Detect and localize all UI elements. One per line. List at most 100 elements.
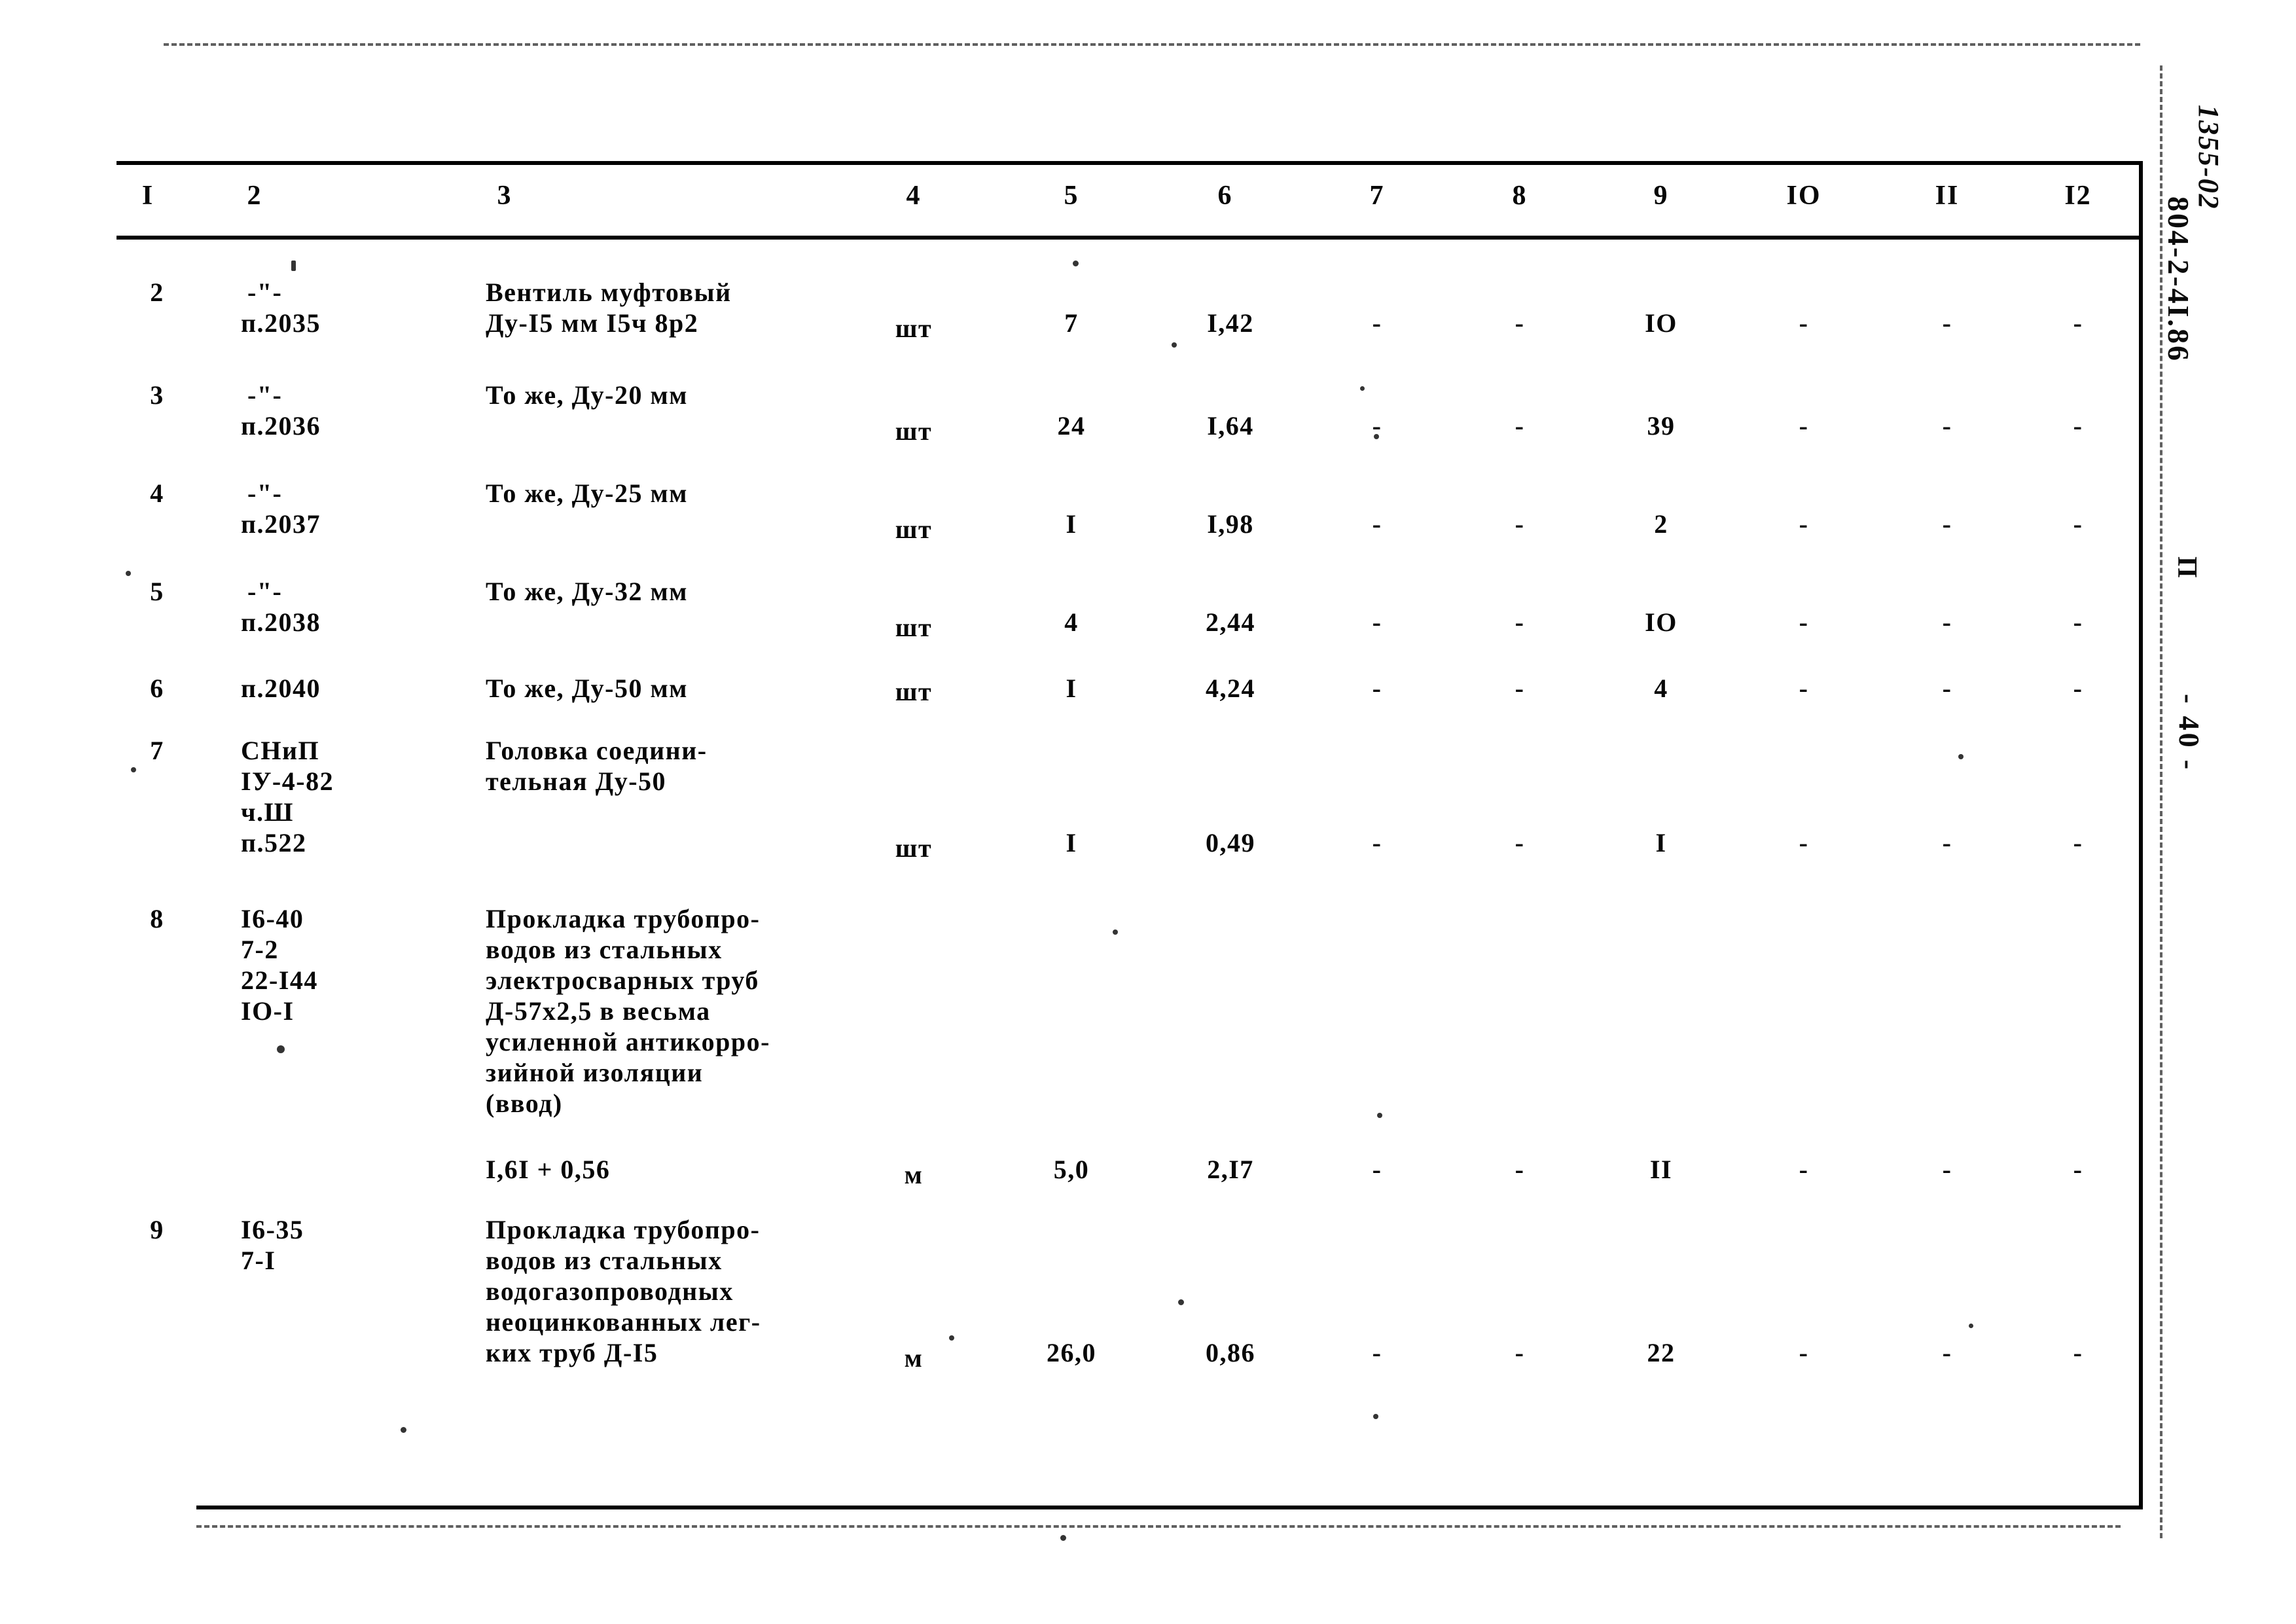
row-unit: м bbox=[904, 1343, 924, 1373]
row-num: 9 bbox=[150, 1215, 164, 1244]
row-code-line: СНиП bbox=[241, 736, 320, 765]
row-col12: - bbox=[2073, 674, 2083, 703]
row-code-line: 22-I44 bbox=[241, 965, 318, 995]
row-desc-line: (ввод) bbox=[486, 1089, 563, 1118]
scan-speck bbox=[1373, 1414, 1378, 1419]
row-col12: - bbox=[2073, 509, 2083, 539]
row-code-line: 7-2 bbox=[241, 935, 279, 964]
scan-speck bbox=[401, 1427, 406, 1433]
row-unit: шт bbox=[895, 677, 933, 706]
column-header-4: 4 bbox=[906, 181, 922, 211]
column-header-1: I bbox=[141, 181, 154, 211]
row-col10: - bbox=[1799, 308, 1809, 338]
row-col5: I bbox=[1066, 674, 1077, 703]
row-col11: - bbox=[1942, 1155, 1952, 1184]
row-code-line: IO-I bbox=[241, 996, 295, 1026]
row-desc-line: То же, Ду-32 мм bbox=[486, 577, 688, 606]
row-code-line: п.522 bbox=[241, 828, 307, 857]
scan-speck bbox=[1073, 261, 1079, 266]
row-desc-line: водов из стальных bbox=[486, 935, 723, 964]
row-col8: - bbox=[1515, 1155, 1525, 1184]
scan-speck bbox=[1113, 929, 1118, 935]
row-col11: - bbox=[1942, 411, 1952, 441]
row-code-line: I6-35 bbox=[241, 1215, 304, 1244]
row-desc-line: Ду-I5 мм I5ч 8р2 bbox=[486, 308, 699, 338]
row-num: 2 bbox=[150, 278, 164, 307]
margin-document-code: 804-2-4I.86 bbox=[2162, 196, 2195, 363]
row-col6: 4,24 bbox=[1206, 674, 1255, 703]
row-col12: - bbox=[2073, 828, 2083, 857]
scan-speck bbox=[1374, 434, 1379, 439]
row-code-line: ч.Ш bbox=[241, 797, 294, 827]
row-col8: - bbox=[1515, 411, 1525, 441]
row-code-line: -"- bbox=[247, 380, 283, 410]
row-col9: 39 bbox=[1647, 411, 1676, 441]
column-header-9: 9 bbox=[1653, 181, 1669, 211]
row-col6: 0,86 bbox=[1206, 1338, 1255, 1367]
row-col8: - bbox=[1515, 1338, 1525, 1367]
scanned-page: I 2 3 4 5 6 7 8 9 IO II I2 2 -"- п.2035 … bbox=[0, 0, 2296, 1624]
row-col10: - bbox=[1799, 828, 1809, 857]
row-col9: 22 bbox=[1647, 1338, 1676, 1367]
row-col6: I,42 bbox=[1207, 308, 1254, 338]
row-col8: - bbox=[1515, 509, 1525, 539]
row-unit: шт bbox=[895, 314, 933, 343]
row-col7: - bbox=[1372, 674, 1382, 703]
column-header-8: 8 bbox=[1512, 181, 1528, 211]
row-desc-line: Головка соедини- bbox=[486, 736, 708, 765]
row-col10: - bbox=[1799, 411, 1809, 441]
row-desc-line: Вентиль муфтовый bbox=[486, 278, 732, 307]
row-num: 5 bbox=[150, 577, 164, 606]
scan-speck bbox=[1172, 342, 1177, 348]
row-desc-line: электросварных труб bbox=[486, 965, 759, 995]
row-code-line: п.2038 bbox=[241, 607, 321, 637]
row-col11: - bbox=[1942, 308, 1952, 338]
row-col12: - bbox=[2073, 1155, 2083, 1184]
row-unit: шт bbox=[895, 416, 933, 446]
row-desc-line: неоцинкованных лег- bbox=[486, 1307, 761, 1337]
column-header-6: 6 bbox=[1217, 181, 1233, 211]
row-desc-line: Д-57х2,5 в весьма bbox=[486, 996, 711, 1026]
row-col9: 4 bbox=[1654, 674, 1668, 703]
row-desc-line: То же, Ду-20 мм bbox=[486, 380, 688, 410]
row-col7: - bbox=[1372, 509, 1382, 539]
row-desc-line: Прокладка трубопро- bbox=[486, 904, 761, 933]
row-col12: - bbox=[2073, 607, 2083, 637]
row-desc-line: Прокладка трубопро- bbox=[486, 1215, 761, 1244]
row-desc-line: тельная Ду-50 bbox=[486, 767, 667, 796]
row-col11: - bbox=[1942, 828, 1952, 857]
row-code-line: п.2036 bbox=[241, 411, 321, 441]
row-col6: 2,I7 bbox=[1207, 1155, 1254, 1184]
row-code-line: IУ-4-82 bbox=[241, 767, 334, 796]
row-col11: - bbox=[1942, 1338, 1952, 1367]
row-col7: - bbox=[1372, 1155, 1382, 1184]
row-col7: - bbox=[1372, 607, 1382, 637]
table-bottom-rule bbox=[196, 1506, 2140, 1509]
row-col9: IO bbox=[1645, 308, 1677, 338]
row-col11: - bbox=[1942, 509, 1952, 539]
row-num: 4 bbox=[150, 478, 164, 508]
row-code-line: п.2037 bbox=[241, 509, 321, 539]
row-col9: II bbox=[1649, 1155, 1673, 1184]
scan-speck bbox=[1178, 1299, 1184, 1305]
row-code-line: -"- bbox=[247, 278, 283, 307]
row-code-line: -"- bbox=[247, 577, 283, 606]
row-desc-line: зийной изоляции bbox=[486, 1058, 704, 1087]
row-col10: - bbox=[1799, 509, 1809, 539]
scan-speck bbox=[1377, 1113, 1382, 1118]
scan-speck bbox=[1958, 754, 1964, 759]
scan-speck bbox=[126, 571, 131, 576]
row-num: 8 bbox=[150, 904, 164, 933]
column-header-12: I2 bbox=[2064, 181, 2092, 211]
column-header-5: 5 bbox=[1064, 181, 1079, 211]
scan-speck bbox=[277, 1045, 285, 1053]
row-desc-line: То же, Ду-25 мм bbox=[486, 478, 688, 508]
row-unit: шт bbox=[895, 833, 933, 863]
scan-speck bbox=[131, 767, 136, 772]
column-header-10: IO bbox=[1786, 181, 1821, 211]
row-col10: - bbox=[1799, 674, 1809, 703]
row-col11: - bbox=[1942, 674, 1952, 703]
row-unit: м bbox=[904, 1160, 924, 1189]
scan-speck bbox=[1969, 1324, 1973, 1328]
margin-handwritten-code: 1355-02 bbox=[2193, 105, 2225, 210]
